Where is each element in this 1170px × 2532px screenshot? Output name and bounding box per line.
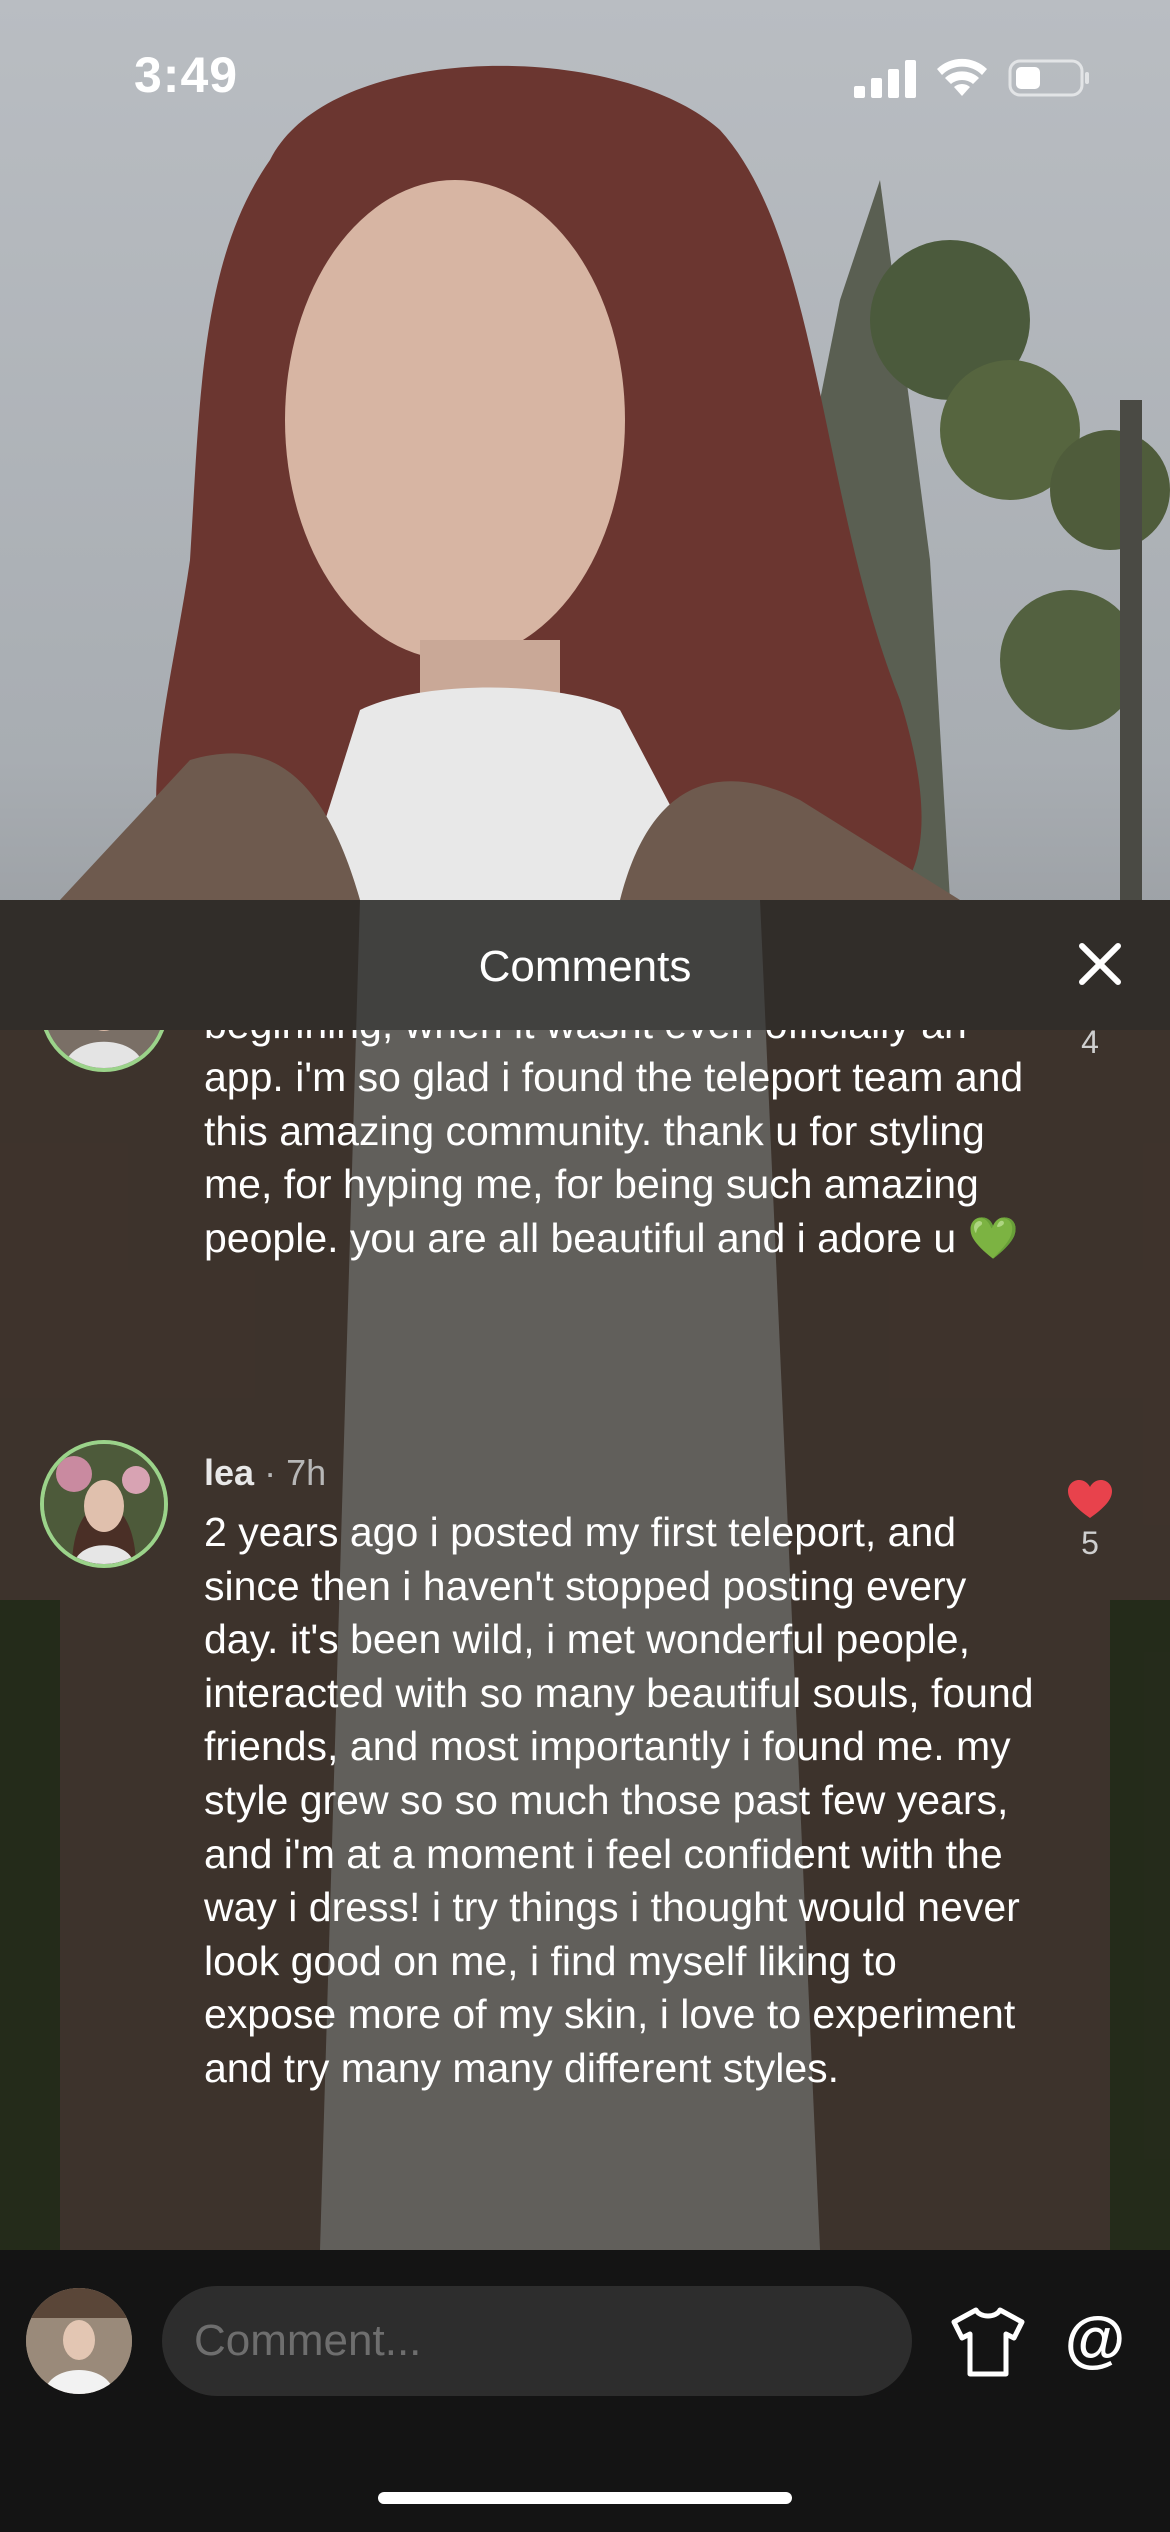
- wifi-icon: [937, 58, 987, 96]
- like-button[interactable]: 4: [1050, 1030, 1130, 1061]
- comment-text: i'm so glad i found this app, at its ver…: [204, 1030, 1024, 1261]
- comment-header: lea · 7h: [204, 1452, 326, 1494]
- like-button[interactable]: 5: [1050, 1480, 1130, 1562]
- battery-icon: [1008, 59, 1089, 97]
- close-icon: [1079, 943, 1121, 985]
- signal-icon: [854, 60, 916, 98]
- status-time: 3:49: [134, 47, 239, 103]
- status-bar: 3:49: [0, 0, 1170, 150]
- like-count: 5: [1081, 1525, 1099, 1561]
- comment-time: 7h: [286, 1452, 327, 1493]
- comments-title: Comments: [478, 942, 692, 991]
- outfit-button[interactable]: [950, 2304, 1026, 2380]
- comment-avatar-lea[interactable]: [40, 1440, 168, 1568]
- comment-username[interactable]: lea: [204, 1452, 254, 1493]
- home-indicator: [378, 2492, 792, 2504]
- close-button[interactable]: [1070, 934, 1130, 994]
- comments-header: Comments: [0, 900, 1170, 1030]
- mention-button[interactable]: @: [1060, 2298, 1130, 2382]
- comments-list[interactable]: i'm so glad i found this app, at its ver…: [0, 1030, 1170, 2250]
- comment-text: 2 years ago i posted my first teleport, …: [204, 1509, 1034, 2091]
- tshirt-icon: [951, 2307, 1025, 2377]
- current-user-avatar: [26, 2288, 132, 2394]
- comment-separator: ·: [264, 1452, 287, 1493]
- heart-icon: [1068, 1480, 1112, 1518]
- comment-input[interactable]: [162, 2286, 912, 2396]
- status-icons: [854, 56, 1090, 100]
- comment-avatar[interactable]: [40, 1030, 168, 1072]
- comment-composer: @: [0, 2250, 1170, 2532]
- like-count: 4: [1081, 1030, 1099, 1060]
